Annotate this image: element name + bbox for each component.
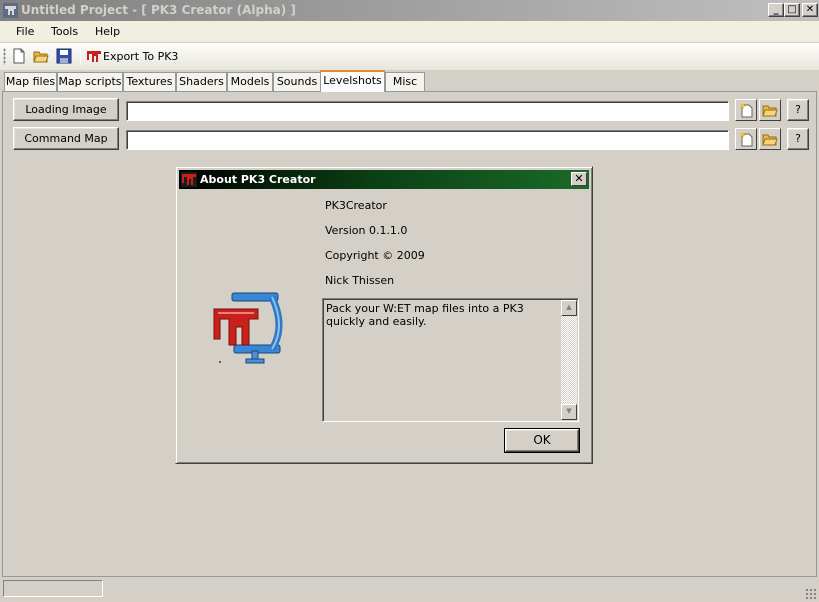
open-folder-icon [762,134,778,146]
author-label: Nick Thissen [325,274,395,287]
open-folder-icon [762,105,778,117]
toolbar-grip[interactable] [3,48,6,65]
tab-strip: Map files Map scripts Textures Shaders M… [0,70,819,92]
pk3-logo-icon[interactable] [86,48,102,64]
loading-image-help-button[interactable]: ? [787,99,809,121]
close-button[interactable]: ✕ [802,3,818,17]
window-title: Untitled Project - [ PK3 Creator (Alpha)… [21,3,296,17]
scroll-up-icon[interactable]: ▲ [561,300,577,316]
menu-bar: File Tools Help [0,21,819,42]
command-map-button[interactable]: Command Map [13,127,119,150]
menu-file[interactable]: File [16,25,34,38]
save-icon[interactable] [56,48,72,64]
command-map-help-button[interactable]: ? [787,128,809,150]
tab-textures[interactable]: Textures [123,72,176,92]
loading-image-path-field[interactable] [126,101,729,121]
copyright-label: Copyright © 2009 [325,249,425,262]
toolbar: Export To PK3 [0,43,819,70]
pk3-logo-icon [181,172,197,187]
description-scrollbar[interactable]: ▲ ▼ [561,300,577,420]
status-bar [0,577,819,602]
tab-misc[interactable]: Misc [385,72,425,92]
export-to-pk3-button[interactable]: Export To PK3 [103,50,178,63]
tab-map-files[interactable]: Map files [4,72,57,92]
window-title-bar[interactable]: Untitled Project - [ PK3 Creator (Alpha)… [0,0,819,21]
tab-levelshots[interactable]: Levelshots [320,70,385,92]
minimize-button[interactable]: _ [768,3,784,17]
new-file-icon[interactable] [11,48,27,64]
description-text: Pack your W:ET map files into a PK3 quic… [326,302,524,328]
tab-map-scripts[interactable]: Map scripts [57,72,123,92]
version-label: Version 0.1.1.0 [325,224,408,237]
loading-image-browse-button[interactable] [759,99,781,121]
tab-models[interactable]: Models [227,72,273,92]
pk3-app-icon [3,3,18,18]
scroll-down-icon[interactable]: ▼ [561,404,577,420]
about-dialog-title-bar[interactable]: About PK3 Creator ✕ [179,170,589,189]
resize-grip-icon[interactable] [805,588,817,600]
open-folder-icon[interactable] [33,48,49,64]
command-map-browse-button[interactable] [759,128,781,150]
toolbar-separator [80,48,81,65]
description-textbox[interactable]: Pack your W:ET map files into a PK3 quic… [322,298,579,422]
command-map-path-field[interactable] [126,130,729,150]
tab-shaders[interactable]: Shaders [176,72,227,92]
loading-image-button[interactable]: Loading Image [13,98,119,121]
new-file-sparkle-icon [740,132,753,147]
command-map-new-button[interactable] [735,128,757,150]
ok-button[interactable]: OK [504,428,580,453]
pk3-creator-logo [213,292,283,364]
status-panel [3,580,103,597]
product-name: PK3Creator [325,199,387,212]
about-dialog-close-button[interactable]: ✕ [571,172,587,186]
new-file-sparkle-icon [740,103,753,118]
maximize-button[interactable]: □ [784,3,800,17]
about-dialog-title: About PK3 Creator [200,173,316,186]
about-dialog: About PK3 Creator ✕ PK3Creator Version 0… [175,166,593,464]
menu-help[interactable]: Help [95,25,120,38]
menu-tools[interactable]: Tools [51,25,78,38]
tab-sounds[interactable]: Sounds [273,72,321,92]
loading-image-new-button[interactable] [735,99,757,121]
